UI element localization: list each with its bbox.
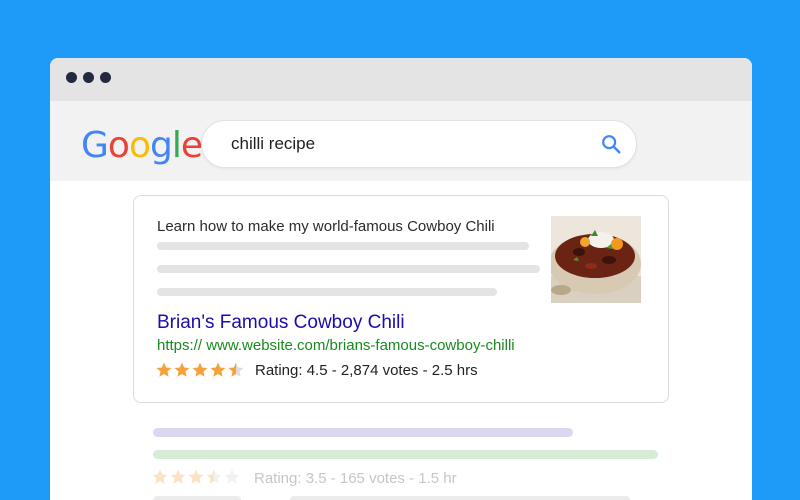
window-minimize-dot[interactable] (83, 72, 94, 83)
star-icon (188, 469, 204, 484)
result-title-link[interactable]: Brian's Famous Cowboy Chili (157, 312, 405, 334)
faded-placeholder-line (153, 496, 241, 500)
star-icon (192, 362, 208, 377)
star-icon (156, 362, 172, 377)
star-icon (152, 469, 168, 484)
star-icon (210, 362, 226, 377)
empty-star-icon (224, 469, 240, 484)
search-query[interactable]: chilli recipe (231, 134, 315, 154)
faded-title-placeholder (153, 428, 573, 437)
search-header: Google chilli recipe (50, 101, 752, 181)
window-close-dot[interactable] (66, 72, 77, 83)
star-rating (155, 360, 245, 380)
half-star-icon (228, 362, 244, 377)
placeholder-line (157, 288, 497, 296)
faded-star-rating (151, 467, 241, 487)
star-icon (170, 469, 186, 484)
window-maximize-dot[interactable] (100, 72, 111, 83)
result-description: Learn how to make my world-famous Cowboy… (157, 218, 495, 235)
faded-rating-text: Rating: 3.5 - 165 votes - 1.5 hr (254, 470, 457, 487)
search-result-card: Learn how to make my world-famous Cowboy… (133, 195, 669, 403)
result-url[interactable]: https:// www.website.com/brians-famous-c… (157, 337, 515, 354)
faded-placeholder-line (290, 496, 630, 500)
browser-window: Google chilli recipe Learn how to make m… (50, 58, 752, 500)
placeholder-line (157, 242, 529, 250)
placeholder-line (157, 265, 540, 273)
star-icon (174, 362, 190, 377)
google-logo[interactable]: Google (81, 126, 203, 166)
half-star-icon (206, 469, 222, 484)
title-bar (50, 58, 752, 101)
rating-text: Rating: 4.5 - 2,874 votes - 2.5 hrs (255, 362, 478, 379)
search-icon[interactable] (600, 133, 622, 155)
search-input[interactable]: chilli recipe (201, 120, 637, 168)
chili-bowl-thumbnail[interactable] (551, 216, 641, 303)
faded-url-placeholder (153, 450, 658, 459)
